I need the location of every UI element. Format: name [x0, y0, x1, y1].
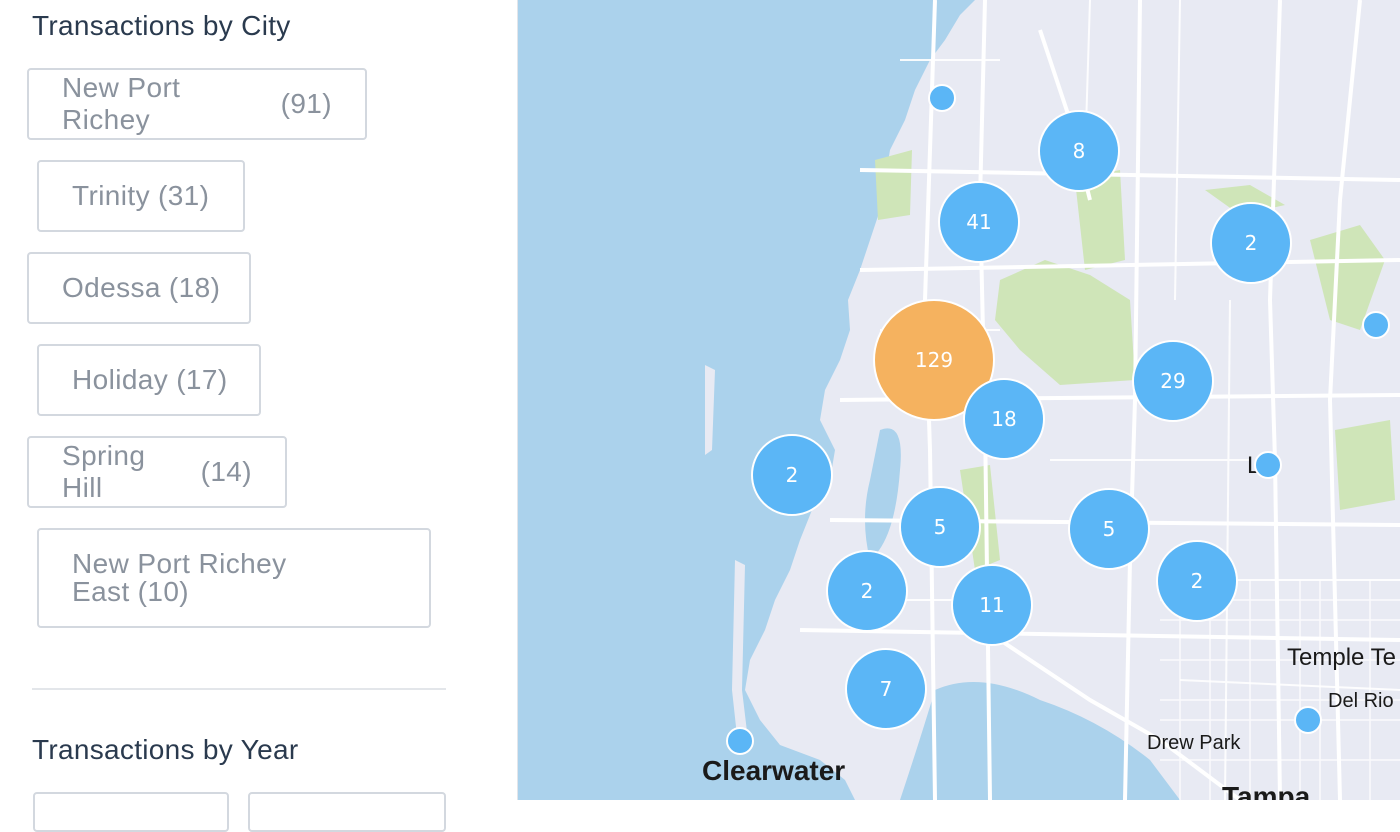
cluster-8[interactable]: 8	[1038, 110, 1120, 192]
city-filter-new-port-richey[interactable]: New Port Richey (91)	[27, 68, 367, 140]
city-filter-odessa[interactable]: Odessa (18)	[27, 252, 251, 324]
cluster-18[interactable]: 18	[963, 378, 1045, 460]
year-filter-chip[interactable]	[33, 792, 229, 832]
cluster-count: 129	[915, 348, 953, 372]
single-marker[interactable]	[928, 84, 956, 112]
section-divider	[32, 688, 446, 690]
city-filter-spring-hill[interactable]: Spring Hill (14)	[27, 436, 287, 508]
city-filter-new-port-richey-east[interactable]: New Port Richey East (10)	[37, 528, 431, 628]
cluster-count: 41	[966, 210, 991, 234]
city-count: (91)	[280, 88, 332, 119]
city-name: Trinity	[72, 180, 150, 211]
cluster-41[interactable]: 41	[938, 181, 1020, 263]
cluster-2[interactable]: 2	[1210, 202, 1292, 284]
city-name-line1: New Port Richey	[72, 548, 287, 579]
cluster-count: 11	[979, 593, 1004, 617]
cluster-count: 2	[786, 463, 799, 487]
city-name: Odessa	[62, 272, 161, 303]
cluster-2[interactable]: 2	[751, 434, 833, 516]
cluster-count: 2	[861, 579, 874, 603]
cluster-count: 18	[991, 407, 1016, 431]
city-name: Spring Hill	[62, 440, 146, 503]
label-temple-terrace: Temple Te	[1287, 644, 1396, 671]
single-marker[interactable]	[1362, 311, 1390, 339]
city-count: (31)	[157, 180, 210, 211]
cluster-2[interactable]: 2	[1156, 540, 1238, 622]
city-filter-holiday[interactable]: Holiday (17)	[37, 344, 261, 416]
label-clearwater: Clearwater	[702, 755, 845, 786]
label-tampa: Tampa	[1222, 781, 1311, 800]
cluster-2[interactable]: 2	[826, 550, 908, 632]
label-drew-park: Drew Park	[1147, 732, 1241, 754]
single-marker[interactable]	[1294, 706, 1322, 734]
cluster-count: 5	[934, 515, 947, 539]
cluster-count: 8	[1073, 139, 1086, 163]
city-count: (14)	[200, 456, 252, 487]
cluster-5[interactable]: 5	[899, 486, 981, 568]
city-section-title: Transactions by City	[32, 10, 291, 41]
city-name-line2: East	[72, 576, 130, 607]
single-marker[interactable]	[1254, 451, 1282, 479]
map-canvas[interactable]: Clearwater Tampa Drew Park Del Rio Templ…	[518, 0, 1400, 800]
cluster-7[interactable]: 7	[845, 648, 927, 730]
city-count: (10)	[137, 576, 190, 607]
city-name: New Port Richey	[62, 72, 181, 135]
cluster-count: 29	[1160, 369, 1185, 393]
cluster-11[interactable]: 11	[951, 564, 1033, 646]
city-name: Holiday	[72, 364, 169, 395]
park	[1335, 420, 1395, 510]
label-del-rio: Del Rio	[1328, 690, 1394, 712]
park	[875, 150, 912, 220]
city-filter-trinity[interactable]: Trinity (31)	[37, 160, 245, 232]
cluster-count: 7	[880, 677, 893, 701]
single-marker[interactable]	[726, 727, 754, 755]
cluster-5[interactable]: 5	[1068, 488, 1150, 570]
map[interactable]: Clearwater Tampa Drew Park Del Rio Templ…	[518, 0, 1400, 800]
year-section-title: Transactions by Year	[32, 734, 299, 765]
cluster-count: 2	[1191, 569, 1204, 593]
sidebar: Transactions by City New Port Richey (91)…	[0, 0, 518, 832]
city-count: (18)	[168, 272, 221, 303]
cluster-count: 5	[1103, 517, 1116, 541]
year-filter-chip[interactable]	[248, 792, 446, 832]
cluster-29[interactable]: 29	[1132, 340, 1214, 422]
cluster-count: 2	[1245, 231, 1258, 255]
city-count: (17)	[176, 364, 228, 395]
